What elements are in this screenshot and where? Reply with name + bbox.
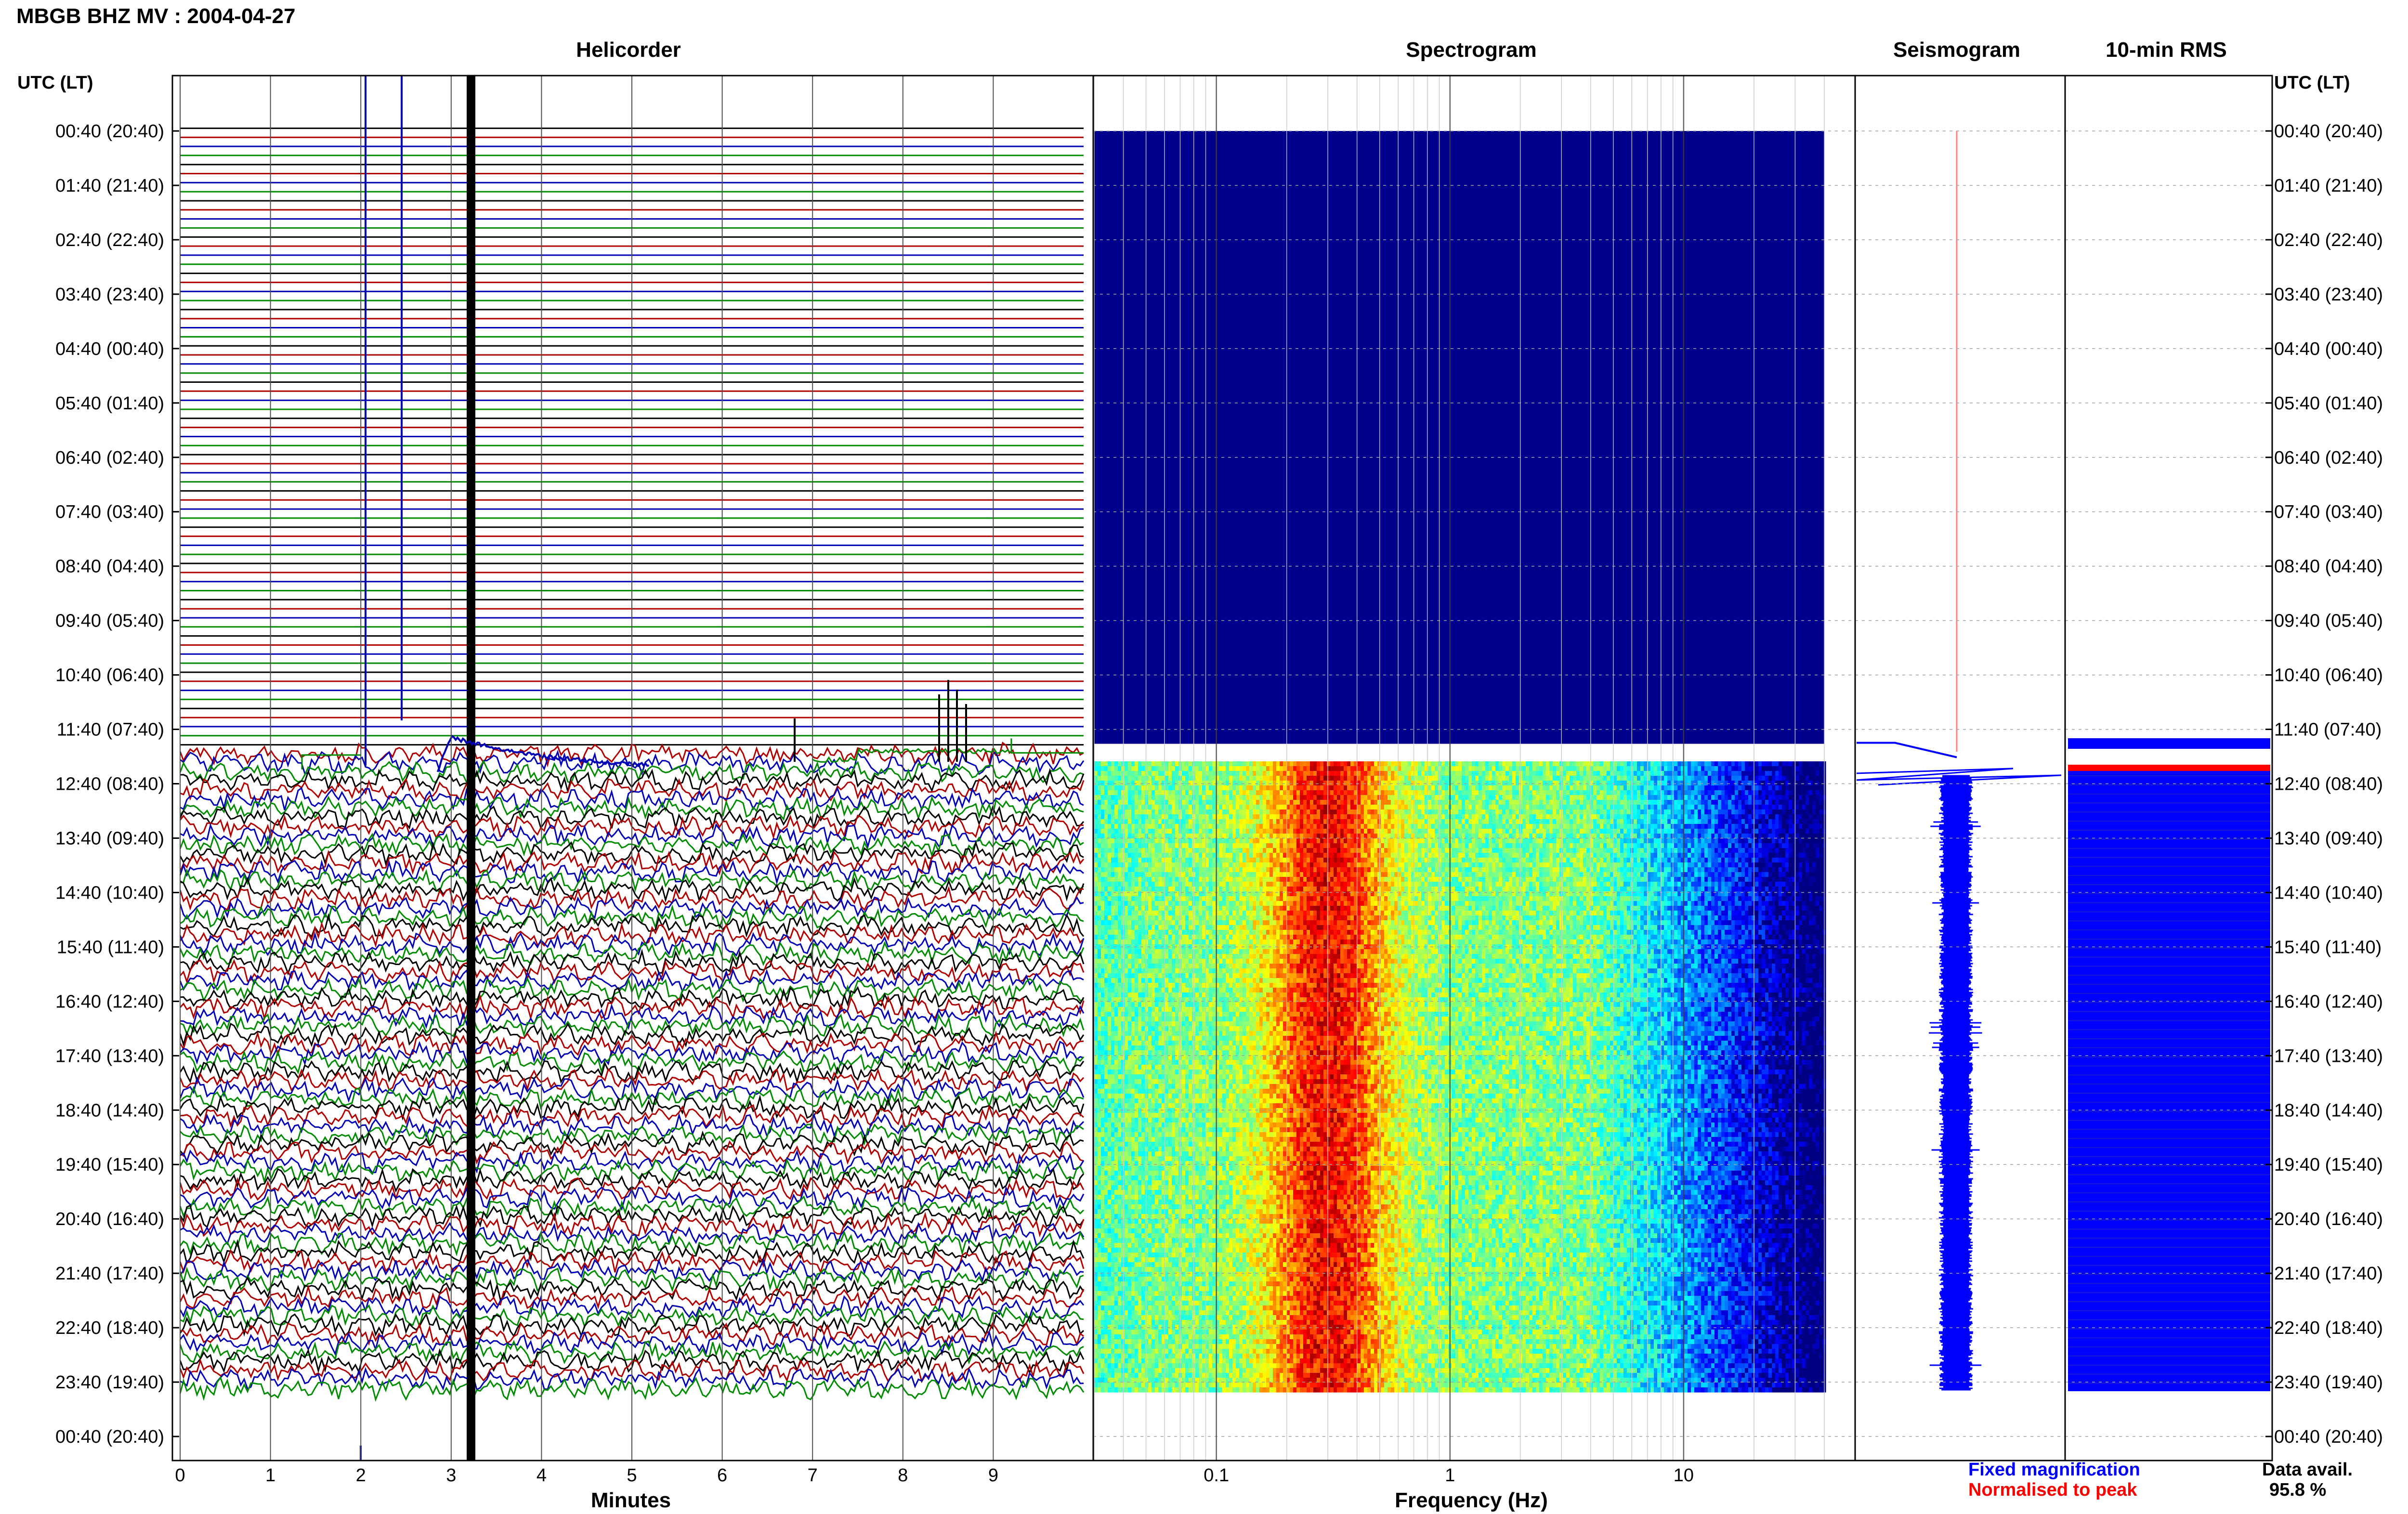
time-label-right: 02:40 (22:40)	[2274, 230, 2383, 250]
spectrogram-title: Spectrogram	[1406, 38, 1536, 62]
time-label-left: 15:40 (11:40)	[57, 937, 164, 957]
time-label-right: 07:40 (03:40)	[2274, 502, 2383, 522]
time-label-right: 06:40 (02:40)	[2274, 448, 2383, 468]
legend-fixed-magnification: Fixed magnification	[1968, 1460, 2140, 1480]
time-label-right: 10:40 (06:40)	[2274, 666, 2383, 686]
time-label-left: 00:40 (20:40)	[55, 121, 164, 142]
time-label-right: 04:40 (00:40)	[2274, 339, 2383, 359]
helicorder-title: Helicorder	[576, 38, 681, 62]
time-label-right: 05:40 (01:40)	[2274, 393, 2383, 414]
time-label-left: 16:40 (12:40)	[55, 992, 164, 1012]
station-title: MBGB BHZ MV : 2004-04-27	[16, 4, 295, 28]
time-label-right: 17:40 (13:40)	[2274, 1046, 2383, 1066]
time-label-left: 07:40 (03:40)	[55, 502, 164, 522]
time-label-left: 01:40 (21:40)	[55, 176, 164, 196]
availability-label: Data avail.	[2262, 1460, 2353, 1480]
seismogram-panel	[1857, 131, 2061, 1390]
helicorder-x-tick: 1	[265, 1465, 275, 1486]
utc-lt-label-left: UTC (LT)	[17, 73, 93, 93]
rms-bar	[2068, 738, 2270, 749]
helicorder-x-tick: 6	[717, 1465, 727, 1486]
time-label-right: 21:40 (17:40)	[2274, 1264, 2383, 1284]
helicorder-x-tick: 9	[988, 1465, 998, 1486]
rms-bar-block	[2068, 771, 2270, 1391]
time-label-right: 11:40 (07:40)	[2274, 720, 2382, 740]
helicorder-x-tick: 2	[356, 1465, 366, 1486]
time-axis-right: 00:40 (20:40) 01:40 (21:40) 02:40 (22:40) 0…	[2274, 121, 2383, 1447]
spectrogram-x-tick: 1	[1445, 1465, 1455, 1486]
time-label-right: 03:40 (23:40)	[2274, 285, 2383, 305]
seismogram-trace	[1929, 776, 1982, 1390]
time-label-right: 15:40 (11:40)	[2274, 937, 2382, 957]
time-label-right: 20:40 (16:40)	[2274, 1209, 2383, 1229]
time-label-left: 20:40 (16:40)	[55, 1209, 164, 1229]
time-label-right: 23:40 (19:40)	[2274, 1372, 2383, 1393]
spectrogram-x-label: Frequency (Hz)	[1395, 1488, 1548, 1512]
helicorder-x-tick: 5	[627, 1465, 637, 1486]
time-axis-left: 00:40 (20:40) 01:40 (21:40) 02:40 (22:40) 0…	[55, 121, 164, 1447]
rms-bar-normalised	[2068, 765, 2270, 771]
time-label-left: 05:40 (01:40)	[55, 393, 164, 414]
time-label-left: 11:40 (07:40)	[57, 720, 164, 740]
time-label-left: 02:40 (22:40)	[55, 230, 164, 250]
seismogram-title: Seismogram	[1893, 38, 2020, 62]
time-label-right: 00:40 (20:40)	[2274, 121, 2383, 142]
helicorder-x-axis: 0 1 2 3 4 5 6 7 8 9	[175, 1465, 998, 1486]
time-label-left: 19:40 (15:40)	[55, 1155, 164, 1175]
figure-svg: MBGB BHZ MV : 2004-04-27 Helicorder Spec…	[0, 0, 2408, 1512]
time-label-right: 09:40 (05:40)	[2274, 611, 2383, 631]
helicorder-x-tick: 8	[898, 1465, 908, 1486]
legend-normalised-to-peak: Normalised to peak	[1968, 1480, 2137, 1500]
time-label-left: 23:40 (19:40)	[55, 1372, 164, 1393]
time-label-right: 08:40 (04:40)	[2274, 557, 2383, 577]
spectrogram-panel	[1094, 131, 1826, 1393]
helicorder-x-tick: 4	[537, 1465, 547, 1486]
helicorder-x-label: Minutes	[591, 1488, 671, 1512]
time-label-left: 22:40 (18:40)	[55, 1318, 164, 1338]
time-label-left: 14:40 (10:40)	[55, 883, 164, 903]
spectrogram-empty-region	[1094, 131, 1824, 744]
availability-value: 95.8 %	[2269, 1480, 2326, 1500]
helicorder-transient	[467, 76, 475, 1461]
seismogram-trace	[1857, 743, 1957, 757]
time-label-left: 21:40 (17:40)	[55, 1264, 164, 1284]
time-label-left: 18:40 (14:40)	[55, 1100, 164, 1121]
time-label-right: 00:40 (20:40)	[2274, 1427, 2383, 1447]
helicorder-x-tick: 3	[446, 1465, 456, 1486]
time-label-left: 12:40 (08:40)	[55, 774, 164, 795]
spectrogram-x-tick: 0.1	[1204, 1465, 1229, 1486]
rms-panel	[2068, 738, 2270, 1391]
time-label-left: 13:40 (09:40)	[55, 829, 164, 849]
time-label-right: 16:40 (12:40)	[2274, 992, 2383, 1012]
helicorder-x-tick: 7	[808, 1465, 818, 1486]
spectrogram-x-axis: 0.1 1 10	[1204, 1465, 1694, 1486]
time-label-right: 01:40 (21:40)	[2274, 176, 2383, 196]
time-label-right: 18:40 (14:40)	[2274, 1100, 2383, 1121]
time-label-right: 14:40 (10:40)	[2274, 883, 2383, 903]
time-label-left: 08:40 (04:40)	[55, 557, 164, 577]
time-label-left: 00:40 (20:40)	[55, 1427, 164, 1447]
helicorder-step-trace	[1011, 738, 1084, 753]
helicorder-figure: MBGB BHZ MV : 2004-04-27 Helicorder Spec…	[0, 0, 2408, 1512]
spectrogram-x-tick: 10	[1674, 1465, 1694, 1486]
time-label-right: 22:40 (18:40)	[2274, 1318, 2383, 1338]
time-label-left: 17:40 (13:40)	[55, 1046, 164, 1066]
time-label-right: 19:40 (15:40)	[2274, 1155, 2383, 1175]
time-label-left: 04:40 (00:40)	[55, 339, 164, 359]
time-label-right: 13:40 (09:40)	[2274, 829, 2383, 849]
time-label-right: 12:40 (08:40)	[2274, 774, 2383, 795]
rms-title: 10-min RMS	[2106, 38, 2227, 62]
time-label-left: 09:40 (05:40)	[55, 611, 164, 631]
time-label-left: 10:40 (06:40)	[55, 666, 164, 686]
time-label-left: 06:40 (02:40)	[55, 448, 164, 468]
time-label-left: 03:40 (23:40)	[55, 285, 164, 305]
helicorder-x-tick: 0	[175, 1465, 185, 1486]
utc-lt-label-right: UTC (LT)	[2274, 73, 2350, 93]
